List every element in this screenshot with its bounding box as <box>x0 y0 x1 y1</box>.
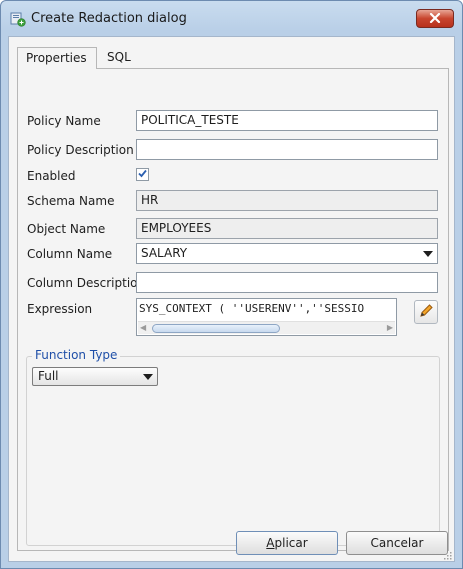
expression-scrollbar[interactable]: ◀ ▶ <box>138 321 395 334</box>
dialog-window: Create Redaction dialog Properties SQL P… <box>0 0 463 569</box>
function-type-value: Full <box>38 369 59 383</box>
cancel-button[interactable]: Cancelar <box>346 531 448 555</box>
tab-sql[interactable]: SQL <box>99 47 139 69</box>
app-icon <box>10 11 26 27</box>
scroll-left-icon[interactable]: ◀ <box>140 323 146 332</box>
function-type-select[interactable]: Full <box>32 367 158 386</box>
enabled-checkbox[interactable] <box>136 168 149 181</box>
expression-label: Expression <box>27 302 93 316</box>
chevron-down-icon <box>143 374 153 380</box>
schema-name-label: Schema Name <box>27 194 115 208</box>
object-name-label: Object Name <box>27 222 106 236</box>
pencil-icon <box>417 302 435 323</box>
expression-text: SYS_CONTEXT ( ''USERENV'',''SESSIO <box>139 302 365 315</box>
window-title: Create Redaction dialog <box>31 11 187 26</box>
tab-properties-label: Properties <box>26 51 87 65</box>
schema-name-field: HR <box>136 190 438 211</box>
policy-name-field[interactable]: POLITICA_TESTE <box>136 110 438 131</box>
resize-grip-icon[interactable] <box>442 549 452 560</box>
close-icon <box>429 12 441 26</box>
column-description-label: Column Description <box>27 276 146 290</box>
expression-field[interactable]: SYS_CONTEXT ( ''USERENV'',''SESSIO ◀ ▶ <box>136 298 397 336</box>
apply-mnemonic: A <box>266 536 275 550</box>
tab-properties[interactable]: Properties <box>17 47 97 69</box>
column-name-select[interactable]: SALARY <box>136 243 438 264</box>
object-name-field: EMPLOYEES <box>136 218 438 239</box>
function-type-legend: Function Type <box>32 348 121 362</box>
column-description-field[interactable] <box>136 272 438 293</box>
apply-label: plicar <box>274 536 308 550</box>
title-bar[interactable]: Create Redaction dialog <box>1 1 462 35</box>
close-button[interactable] <box>416 9 454 28</box>
tab-sql-label: SQL <box>107 50 131 64</box>
column-name-label: Column Name <box>27 247 113 261</box>
column-name-value: SALARY <box>141 246 188 260</box>
apply-button[interactable]: Aplicar <box>236 531 338 555</box>
enabled-label: Enabled <box>27 169 76 183</box>
chevron-down-icon <box>423 251 433 257</box>
scrollbar-thumb[interactable] <box>152 324 280 333</box>
dialog-body: Properties SQL Policy Name POLITICA_TEST… <box>8 36 455 562</box>
tab-strip: Properties SQL <box>17 47 437 69</box>
scroll-right-icon[interactable]: ▶ <box>387 323 393 332</box>
policy-description-label: Policy Description <box>27 143 134 157</box>
properties-panel: Policy Name POLITICA_TESTE Policy Descri… <box>17 68 449 551</box>
edit-expression-button[interactable] <box>414 300 438 324</box>
checkmark-icon <box>137 168 148 182</box>
policy-name-label: Policy Name <box>27 114 101 128</box>
policy-description-field[interactable] <box>136 139 438 160</box>
